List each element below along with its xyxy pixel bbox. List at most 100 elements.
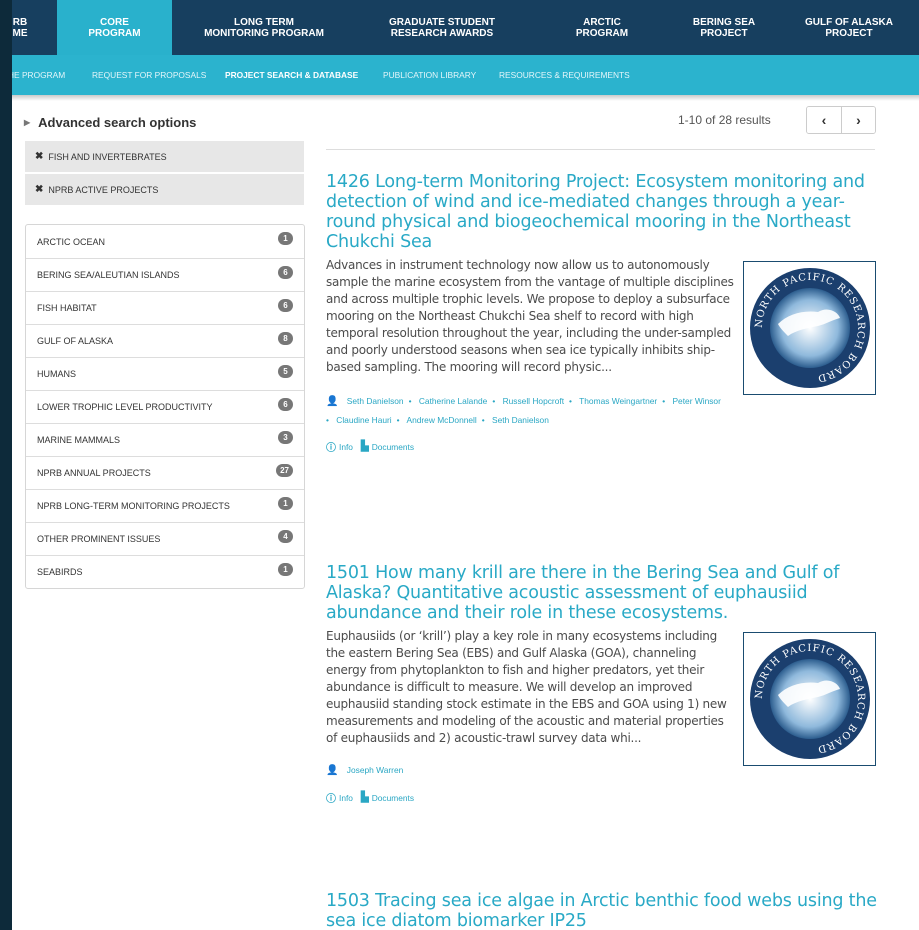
count-badge: 1 — [278, 496, 293, 510]
nav-label: LONG TERM — [233, 16, 294, 28]
bullet-separator: • — [492, 396, 496, 406]
nav-item-long-term-monitoring[interactable]: LONG TERM MONITORING PROGRAM — [194, 0, 334, 55]
nav-item-core-program[interactable]: CORE PROGRAM — [57, 0, 172, 55]
author-link[interactable]: Joseph Warren — [347, 765, 403, 775]
author-link[interactable]: Andrew McDonnell — [406, 415, 476, 425]
facet-list: ARCTIC OCEAN 1 BERING SEA/ALEUTIAN ISLAND… — [25, 224, 305, 589]
info-icon: ⓘ — [326, 794, 336, 805]
nprb-seal-icon: NORTH PACIFIC RESEARCH BOARD — [749, 639, 870, 759]
documents-label: Documents — [371, 792, 415, 803]
facet-label: NPRB LONG-TERM MONITORING PROJECTS — [37, 501, 230, 511]
person-icon: 👤 — [326, 765, 339, 776]
nav-label: ARCTIC — [583, 16, 621, 28]
count-badge: 3 — [278, 430, 293, 444]
result-links: ⓘ Info ▙ Documents — [326, 439, 881, 454]
facet-item[interactable]: ARCTIC OCEAN 1 — [26, 225, 304, 258]
subnav-item-resources[interactable]: RESOURCES & REQUIREMENTS — [499, 55, 630, 95]
result-abstract: Advances in instrument technology now al… — [326, 258, 734, 374]
page: RB ME CORE PROGRAM LONG TERM MONITORING PRO… — [12, 0, 919, 930]
nav-label: BERING SEA — [692, 16, 756, 28]
result-links: ⓘ Info ▙ Documents — [326, 790, 881, 805]
info-link[interactable]: ⓘ Info — [326, 439, 353, 455]
facet-item[interactable]: FISH HABITAT 6 — [26, 291, 304, 324]
advanced-search-toggle[interactable]: ▶ Advanced search options — [24, 115, 196, 130]
next-page-button[interactable]: › — [841, 107, 875, 133]
bullet-separator: • — [326, 415, 329, 425]
author-link[interactable]: Seth Danielson — [492, 415, 549, 425]
subnav-item-project-search[interactable]: PROJECT SEARCH & DATABASE — [225, 55, 358, 95]
documents-link[interactable]: ▙ Documents — [361, 792, 414, 803]
remove-icon[interactable]: ✖ — [35, 184, 43, 195]
nav-label: PROGRAM — [575, 27, 629, 39]
bullet-separator: • — [408, 396, 412, 406]
facet-label: NPRB ANNUAL PROJECTS — [37, 468, 151, 478]
author-link[interactable]: Thomas Weingartner — [579, 396, 657, 406]
count-badge: 5 — [278, 364, 293, 378]
facet-item[interactable]: NPRB ANNUAL PROJECTS 27 — [26, 456, 304, 489]
bullet-separator: • — [481, 415, 485, 425]
info-label: Info — [339, 441, 353, 452]
active-filter-fish-invertebrates[interactable]: ✖ FISH AND INVERTEBRATES — [25, 141, 304, 172]
prev-page-button[interactable]: ‹ — [807, 107, 841, 133]
count-badge: 27 — [276, 463, 293, 477]
info-label: Info — [339, 792, 353, 803]
facet-label: BERING SEA/ALEUTIAN ISLANDS — [37, 270, 180, 280]
nav-label: MONITORING PROGRAM — [204, 27, 324, 39]
remove-icon[interactable]: ✖ — [35, 151, 43, 162]
result-title[interactable]: 1426 Long-term Monitoring Project: Ecosy… — [326, 172, 881, 252]
documents-label: Documents — [371, 441, 415, 452]
nprb-seal-icon: NORTH PACIFIC RESEARCH BOARD — [749, 268, 870, 388]
author-link[interactable]: Catherine Lalande — [419, 396, 487, 406]
facet-item[interactable]: HUMANS 5 — [26, 357, 304, 390]
filter-label: NPRB ACTIVE PROJECTS — [48, 184, 159, 195]
pagination: ‹ › — [806, 106, 876, 134]
bullet-separator: • — [569, 396, 572, 406]
caret-right-icon: ▶ — [24, 118, 31, 127]
facet-item[interactable]: NPRB LONG-TERM MONITORING PROJECTS 1 — [26, 489, 304, 522]
facet-item[interactable]: SEABIRDS 1 — [26, 555, 304, 588]
result-body: Euphausiids (or ‘krill’) play a key role… — [326, 628, 881, 766]
person-icon: 👤 — [326, 396, 339, 407]
documents-link[interactable]: ▙ Documents — [361, 441, 414, 452]
results-divider — [326, 149, 875, 150]
facet-label: MARINE MAMMALS — [37, 435, 121, 445]
author-link[interactable]: Seth Danielson — [347, 396, 404, 406]
bullet-separator: • — [396, 415, 400, 425]
result-title[interactable]: 1501 How many krill are there in the Ber… — [326, 563, 881, 623]
author-link[interactable]: Peter Winsor — [672, 396, 720, 406]
nav-label: GRADUATE STUDENT — [389, 16, 495, 28]
nav-item-programme[interactable]: RB ME — [12, 0, 34, 55]
nav-item-graduate-student[interactable]: GRADUATE STUDENT RESEARCH AWARDS — [372, 0, 512, 55]
result-item: 1503 Tracing sea ice algae in Arctic ben… — [326, 891, 881, 930]
nav-label: CORE — [100, 16, 129, 28]
bullet-separator: • — [662, 396, 666, 406]
subnav-item-publication-library[interactable]: PUBLICATION LIBRARY — [383, 55, 476, 95]
filter-label: FISH AND INVERTEBRATES — [48, 151, 167, 162]
result-title[interactable]: 1503 Tracing sea ice algae in Arctic ben… — [326, 891, 881, 930]
facet-label: SEABIRDS — [37, 567, 83, 577]
facet-item[interactable]: GULF OF ALASKA 8 — [26, 324, 304, 357]
chevron-left-icon: ‹ — [821, 112, 827, 128]
facet-item[interactable]: BERING SEA/ALEUTIAN ISLANDS 6 — [26, 258, 304, 291]
author-link[interactable]: Claudine Hauri — [336, 415, 391, 425]
count-badge: 6 — [278, 298, 293, 312]
nav-item-bering-sea[interactable]: BERING SEA PROJECT — [679, 0, 769, 55]
subnav-item-program[interactable]: HE PROGRAM — [12, 55, 65, 95]
count-badge: 6 — [278, 265, 293, 279]
nprb-logo: NORTH PACIFIC RESEARCH BOARD — [743, 632, 876, 766]
facet-item[interactable]: LOWER TROPHIC LEVEL PRODUCTIVITY 6 — [26, 390, 304, 423]
facet-item[interactable]: MARINE MAMMALS 3 — [26, 423, 304, 456]
facet-label: GULF OF ALASKA — [37, 336, 114, 346]
results-count: 1-10 of 28 results — [678, 113, 771, 127]
nav-item-gulf-of-alaska[interactable]: GULF OF ALASKA PROJECT — [795, 0, 903, 55]
facet-item[interactable]: OTHER PROMINENT ISSUES 4 — [26, 522, 304, 555]
subnav-item-request-for-proposals[interactable]: REQUEST FOR PROPOSALS — [92, 55, 206, 95]
document-icon: ▙ — [360, 792, 369, 803]
active-filter-nprb-active[interactable]: ✖ NPRB ACTIVE PROJECTS — [25, 174, 304, 205]
info-link[interactable]: ⓘ Info — [326, 790, 353, 806]
result-item: 1426 Long-term Monitoring Project: Ecosy… — [326, 172, 881, 454]
nav-item-arctic-program[interactable]: ARCTIC PROGRAM — [562, 0, 642, 55]
chevron-right-icon: › — [856, 112, 861, 128]
author-link[interactable]: Russell Hopcroft — [503, 396, 564, 406]
nav-label: PROJECT — [700, 27, 748, 39]
